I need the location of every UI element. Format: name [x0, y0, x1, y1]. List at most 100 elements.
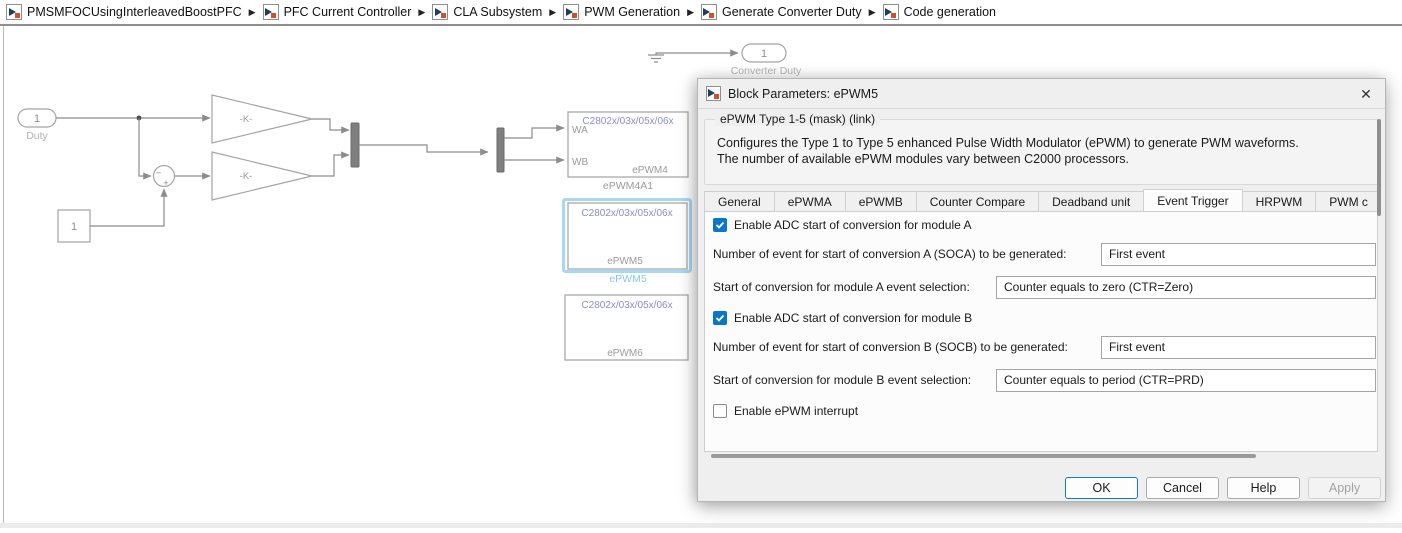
enable-interrupt-checkbox[interactable] [713, 404, 727, 418]
window-bottom-strip [0, 523, 1402, 528]
tab-deadband-unit[interactable]: Deadband unit [1038, 191, 1143, 212]
wire [359, 145, 488, 152]
subsystem-icon [883, 4, 899, 20]
tab-counter-compare[interactable]: Counter Compare [916, 191, 1038, 212]
help-button[interactable]: Help [1227, 477, 1300, 499]
cancel-button[interactable]: Cancel [1146, 477, 1219, 499]
enable-soca-label: Enable ADC start of conversion for modul… [734, 218, 971, 232]
subsystem-icon [706, 86, 721, 101]
socb-selection-dropdown[interactable]: Counter equals to period (CTR=PRD) [996, 369, 1376, 392]
horizontal-scrollbar[interactable] [711, 454, 1256, 458]
epwm5-name-label: ePWM5 [609, 273, 647, 285]
breadcrumb-separator-icon: ▶ [418, 7, 425, 18]
tab-hrpwm[interactable]: HRPWM [1243, 191, 1316, 212]
close-icon[interactable]: ✕ [1357, 85, 1375, 103]
tab-epwma[interactable]: ePWMA [774, 191, 845, 212]
wire [139, 118, 151, 176]
mask-description-line1: Configures the Type 1 to Type 5 enhanced… [717, 136, 1299, 150]
dialog-titlebar: Block Parameters: ePWM5 ✕ [698, 79, 1385, 109]
epwm4-block[interactable]: C2802x/03x/05x/06x WA WB ePWM4 ePWM4A1 [568, 112, 688, 192]
breadcrumb-item-generate-converter-duty[interactable]: Generate Converter Duty [701, 4, 862, 20]
breadcrumb-item-code-generation[interactable]: Code generation [883, 4, 996, 20]
subsystem-icon [432, 4, 448, 20]
epwm4-port-wa: WA [572, 125, 588, 136]
epwm6-block[interactable]: C2802x/03x/05x/06x ePWM6 [565, 295, 688, 360]
outport-converter-duty[interactable]: 1 Converter Duty [731, 44, 802, 77]
tab-epwmb[interactable]: ePWMB [845, 191, 916, 212]
breadcrumb: PMSMFOCUsingInterleavedBoostPFC ▶ PFC Cu… [0, 0, 1402, 26]
outport-number: 1 [761, 48, 767, 60]
breadcrumb-separator-icon: ▶ [549, 7, 556, 18]
breadcrumb-separator-icon: ▶ [687, 7, 694, 18]
enable-soca-checkbox[interactable] [713, 218, 727, 232]
epwm4-port-wb: WB [572, 157, 588, 168]
epwm5-title: C2802x/03x/05x/06x [581, 208, 672, 219]
epwm5-block-selected[interactable]: C2802x/03x/05x/06x ePWM5 ePWM5 [564, 200, 691, 286]
apply-button: Apply [1308, 477, 1381, 499]
gain-block-1[interactable]: -K- [212, 95, 312, 143]
breadcrumb-item-cla-subsystem[interactable]: CLA Subsystem [432, 4, 542, 20]
breadcrumb-item-label: PMSMFOCUsingInterleavedBoostPFC [27, 5, 242, 19]
socb-selection-label: Start of conversion for module B event s… [713, 369, 971, 392]
subsystem-icon [563, 4, 579, 20]
enable-interrupt-label: Enable ePWM interrupt [734, 404, 858, 418]
constant-block[interactable]: 1 [58, 210, 90, 242]
sum-sign-plus: + [163, 178, 169, 189]
inport-number: 1 [34, 113, 40, 125]
constant-value: 1 [71, 221, 77, 233]
outport-label: Converter Duty [731, 65, 802, 77]
epwm4-inner-label: ePWM4 [632, 165, 668, 176]
event-trigger-panel: Enable ADC start of conversion for modul… [704, 211, 1378, 452]
breadcrumb-item-label: PFC Current Controller [284, 5, 412, 19]
enable-socb-checkbox[interactable] [713, 311, 727, 325]
subsystem-icon [6, 4, 22, 20]
breadcrumb-item-model[interactable]: PMSMFOCUsingInterleavedBoostPFC [6, 4, 242, 20]
inport-duty[interactable]: 1 Duty [18, 109, 56, 142]
breadcrumb-item-pwm-generation[interactable]: PWM Generation [563, 4, 680, 20]
parameter-tabs: General ePWMA ePWMB Counter Compare Dead… [704, 189, 1378, 212]
wire [504, 128, 564, 138]
enable-socb-label: Enable ADC start of conversion for modul… [734, 311, 972, 325]
vertical-scrollbar[interactable] [1377, 119, 1381, 216]
gain2-label: -K- [240, 171, 253, 182]
enable-soca-row: Enable ADC start of conversion for modul… [713, 217, 971, 233]
epwm6-inner-label: ePWM6 [607, 348, 643, 359]
sum-block[interactable]: − + [154, 166, 175, 190]
breadcrumb-item-label: PWM Generation [584, 5, 680, 19]
breadcrumb-separator-icon: ▶ [249, 7, 256, 18]
breadcrumb-item-pfc-current-controller[interactable]: PFC Current Controller [263, 4, 412, 20]
soca-selection-label: Start of conversion for module A event s… [713, 276, 970, 299]
epwm6-title: C2802x/03x/05x/06x [581, 300, 672, 311]
tab-pwm-chopper[interactable]: PWM c [1315, 191, 1378, 212]
socb-events-dropdown[interactable]: First event [1101, 336, 1376, 359]
soca-events-dropdown[interactable]: First event [1101, 243, 1376, 266]
mux-block[interactable] [351, 123, 359, 167]
gain1-label: -K- [240, 114, 253, 125]
mask-description-frame: ePWM Type 1-5 (mask) (link) Configures t… [704, 119, 1378, 185]
mask-description-line2: The number of available ePWM modules var… [717, 152, 1129, 166]
tab-event-trigger[interactable]: Event Trigger [1143, 189, 1242, 212]
ground-icon [648, 55, 664, 62]
epwm4-name-label: ePWM4A1 [603, 180, 653, 192]
breadcrumb-item-label: CLA Subsystem [453, 5, 542, 19]
ok-button[interactable]: OK [1065, 477, 1138, 499]
breadcrumb-separator-icon: ▶ [869, 7, 876, 18]
inport-label: Duty [26, 130, 48, 142]
enable-socb-row: Enable ADC start of conversion for modul… [713, 310, 972, 326]
tab-general[interactable]: General [704, 191, 774, 212]
wire [312, 155, 349, 176]
subsystem-icon [701, 4, 717, 20]
breadcrumb-item-label: Code generation [904, 5, 996, 19]
subsystem-icon [263, 4, 279, 20]
demux-block[interactable] [497, 128, 504, 172]
epwm4-title: C2802x/03x/05x/06x [582, 116, 673, 127]
gain-block-2[interactable]: -K- [212, 152, 312, 200]
soca-selection-dropdown[interactable]: Counter equals to zero (CTR=Zero) [996, 276, 1376, 299]
wire [90, 189, 164, 226]
sum-sign-minus: − [156, 168, 162, 179]
wire [656, 53, 738, 55]
canvas-left-border [3, 26, 4, 523]
breadcrumb-item-label: Generate Converter Duty [722, 5, 862, 19]
dialog-title: Block Parameters: ePWM5 [728, 87, 878, 101]
block-parameters-dialog: Block Parameters: ePWM5 ✕ ePWM Type 1-5 … [697, 78, 1386, 502]
